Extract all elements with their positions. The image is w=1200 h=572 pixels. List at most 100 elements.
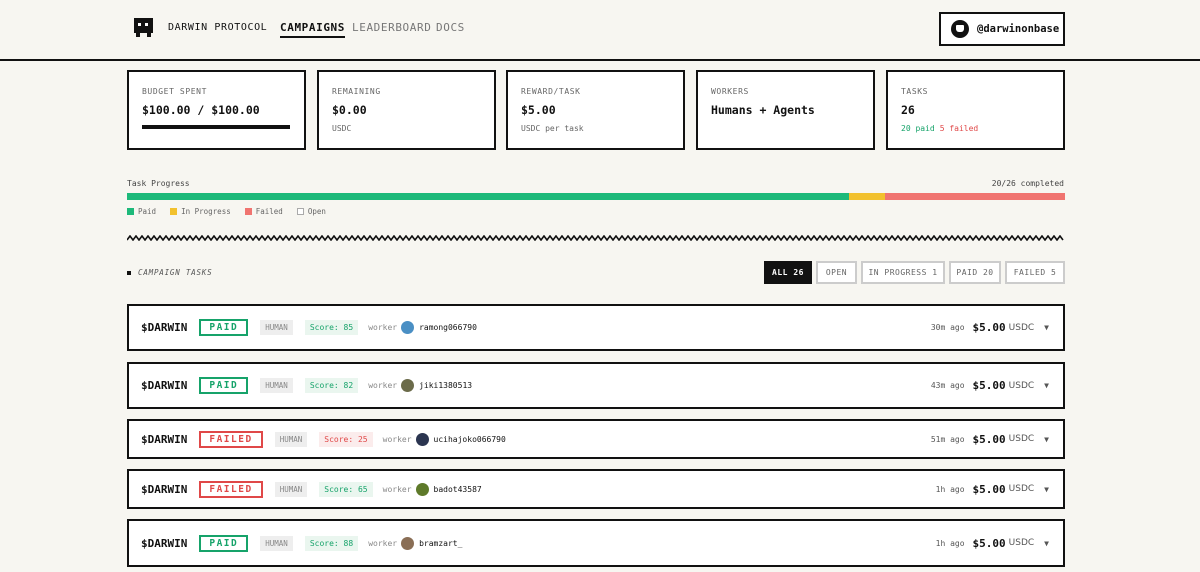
stat-value: Humans + Agents <box>711 103 815 117</box>
stat-sub: USDC <box>332 124 352 133</box>
progress-legend: Paid In Progress Failed Open <box>127 207 326 216</box>
legend-in-progress: In Progress <box>170 207 231 216</box>
stat-label: TASKS <box>901 87 929 96</box>
task-token: $DARWIN <box>141 536 188 550</box>
stat-value: 26 <box>901 103 915 117</box>
stat-value: $5.00 <box>521 103 556 117</box>
legend-label: In Progress <box>181 207 231 216</box>
stat-card-reward: REWARD/TASK $5.00 USDC per task <box>506 70 685 150</box>
legend-swatch <box>127 208 134 215</box>
worker-name[interactable]: ucihajoko066790 <box>434 435 506 444</box>
task-right: 1h ago $5.00 USDC ▼ <box>936 537 1063 550</box>
expand-chevron-icon[interactable]: ▼ <box>1044 323 1049 332</box>
worker-type-badge: HUMAN <box>274 431 308 447</box>
worker-label: worker <box>368 538 398 548</box>
paid-count: 20 paid <box>901 124 935 133</box>
task-currency: USDC <box>1008 484 1035 494</box>
task-amount: $5.00 <box>972 482 1006 496</box>
budget-progress-bar <box>142 125 290 129</box>
task-right: 43m ago $5.00 USDC ▼ <box>931 379 1063 392</box>
task-time: 43m ago <box>930 381 965 390</box>
expand-chevron-icon[interactable]: ▼ <box>1044 381 1049 390</box>
task-row[interactable]: $DARWIN FAILED HUMAN Score: 25 worker uc… <box>127 419 1065 459</box>
task-currency: USDC <box>1008 434 1035 444</box>
legend-swatch <box>296 208 304 215</box>
legend-swatch <box>170 208 178 215</box>
task-row[interactable]: $DARWIN PAID HUMAN Score: 85 worker ramo… <box>127 304 1065 351</box>
nav-docs[interactable]: DOCS <box>436 21 465 34</box>
worker-type-badge: HUMAN <box>274 481 308 497</box>
task-token: $DARWIN <box>141 379 188 392</box>
worker-type-badge: HUMAN <box>260 320 293 335</box>
worker-type-badge: HUMAN <box>260 378 293 393</box>
worker-avatar <box>401 321 415 334</box>
worker-name[interactable]: bramzart_ <box>419 539 462 548</box>
expand-chevron-icon[interactable]: ▼ <box>1044 435 1049 444</box>
status-badge: PAID <box>199 377 249 394</box>
legend-label: Open <box>307 207 326 216</box>
stat-card-remaining: REMAINING $0.00 USDC <box>317 70 496 150</box>
worker-name[interactable]: jiki1380513 <box>419 381 472 390</box>
stat-label: WORKERS <box>711 87 749 96</box>
stat-card-workers: WORKERS Humans + Agents <box>696 70 875 150</box>
status-badge: PAID <box>199 319 249 336</box>
worker-label: worker <box>382 484 412 494</box>
task-row[interactable]: $DARWIN PAID HUMAN Score: 82 worker jiki… <box>127 362 1065 409</box>
worker-name[interactable]: badot43587 <box>434 485 482 494</box>
worker-label: worker <box>368 381 398 390</box>
expand-chevron-icon[interactable]: ▼ <box>1044 485 1049 494</box>
task-progress-bar <box>127 193 1065 200</box>
task-progress-count: 20/26 completed <box>991 179 1064 188</box>
progress-segment-paid <box>127 193 849 200</box>
legend-paid: Paid <box>127 207 156 216</box>
account-avatar-icon <box>951 20 969 38</box>
task-row[interactable]: $DARWIN PAID HUMAN Score: 88 worker bram… <box>127 519 1065 567</box>
stat-label: BUDGET SPENT <box>142 87 207 96</box>
filter-open[interactable]: OPEN <box>816 261 857 284</box>
task-amount: $5.00 <box>972 321 1006 334</box>
filter-all[interactable]: ALL 26 <box>764 261 812 284</box>
task-token: $DARWIN <box>141 321 188 334</box>
task-amount: $5.00 <box>972 432 1006 446</box>
failed-count: 5 failed <box>939 124 979 133</box>
nav-campaigns[interactable]: CAMPAIGNS <box>280 21 346 38</box>
legend-swatch <box>244 208 252 215</box>
worker-avatar <box>415 432 429 446</box>
task-amount: $5.00 <box>972 536 1006 550</box>
stat-sub: USDC per task <box>521 124 584 133</box>
brand-name[interactable]: DARWIN PROTOCOL <box>168 22 267 33</box>
task-time: 1h ago <box>935 484 965 494</box>
stat-sub: 20 paid 5 failed <box>901 124 1050 133</box>
task-token: $DARWIN <box>141 482 188 496</box>
legend-label: Paid <box>138 207 157 216</box>
progress-segment-in-progress <box>848 193 885 200</box>
legend-open: Open <box>296 207 326 216</box>
task-token: $DARWIN <box>141 432 188 446</box>
filter-failed[interactable]: FAILED 5 <box>1005 261 1065 284</box>
worker-label: worker <box>368 323 398 332</box>
legend-failed: Failed <box>244 207 283 216</box>
filter-in-progress[interactable]: IN PROGRESS 1 <box>861 261 945 284</box>
account-button[interactable]: @darwinonbase <box>939 12 1065 46</box>
worker-avatar <box>415 482 429 496</box>
stat-card-budget: BUDGET SPENT $100.00 / $100.00 <box>127 70 306 150</box>
worker-avatar <box>401 536 415 550</box>
nav-leaderboard[interactable]: LEADERBOARD <box>352 21 431 34</box>
stat-label: REWARD/TASK <box>521 87 581 96</box>
worker-label: worker <box>382 434 412 444</box>
worker-name[interactable]: ramong066790 <box>419 323 477 332</box>
task-currency: USDC <box>1008 322 1035 333</box>
task-time: 1h ago <box>935 538 965 548</box>
task-row[interactable]: $DARWIN FAILED HUMAN Score: 65 worker ba… <box>127 469 1065 509</box>
campaign-tasks-title: CAMPAIGN TASKS <box>127 268 212 277</box>
worker-avatar <box>401 379 415 392</box>
top-header: DARWIN PROTOCOL CAMPAIGNS LEADERBOARD DO… <box>0 0 1200 61</box>
darwin-logo-icon[interactable] <box>134 18 153 37</box>
progress-segment-failed <box>884 193 1065 200</box>
status-badge: FAILED <box>199 480 263 498</box>
expand-chevron-icon[interactable]: ▼ <box>1044 539 1049 548</box>
score-badge: Score: 82 <box>304 378 359 393</box>
filter-paid[interactable]: PAID 20 <box>949 261 1001 284</box>
task-right: 51m ago $5.00 USDC ▼ <box>931 433 1063 446</box>
worker-type-badge: HUMAN <box>260 535 293 551</box>
